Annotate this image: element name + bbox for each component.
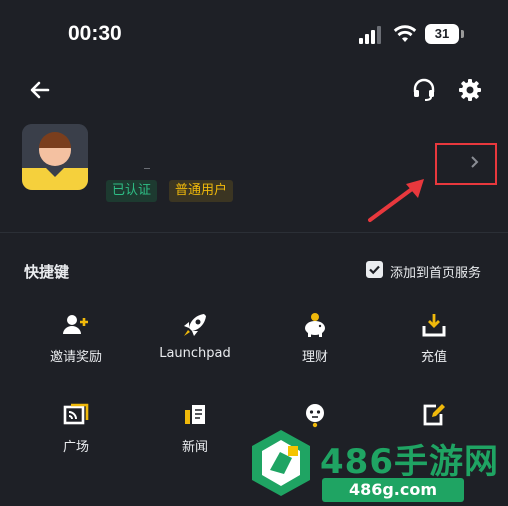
shortcut-square[interactable]: 广场 xyxy=(21,402,131,455)
edit-icon xyxy=(423,404,445,426)
shortcut-earn[interactable]: 理财 xyxy=(260,312,370,365)
status-time: 00:30 xyxy=(68,22,122,45)
battery-tip xyxy=(461,30,464,38)
shortcut-news[interactable]: 新闻 xyxy=(140,402,250,455)
shortcuts-title: 快捷键 xyxy=(24,263,70,281)
shortcut-invite[interactable]: 邀请奖励 xyxy=(21,312,131,365)
shortcut-launchpad[interactable]: Launchpad xyxy=(140,312,250,361)
nickname-placeholder-mark xyxy=(144,168,150,169)
annotation-highlight-box xyxy=(435,143,497,185)
square-feed-icon xyxy=(63,403,89,425)
add-user-icon xyxy=(63,315,88,334)
shortcut-label: Launchpad xyxy=(159,346,231,361)
watermark-url: 486g.com xyxy=(322,478,464,502)
shortcut-label: 新闻 xyxy=(181,440,208,455)
robot-icon xyxy=(306,404,324,428)
cellular-signal-icon xyxy=(359,26,385,44)
watermark-title: 486手游网 xyxy=(320,442,499,482)
user-level-badge: 普通用户 xyxy=(169,180,234,202)
watermark-logo xyxy=(252,430,310,496)
avatar-illustration xyxy=(22,124,88,190)
shortcut-label: 充值 xyxy=(420,350,447,365)
shortcut-edit[interactable] xyxy=(379,402,489,436)
shortcut-label: 理财 xyxy=(301,350,328,365)
arrow-left-icon[interactable] xyxy=(26,76,54,104)
shortcut-deposit[interactable]: 充值 xyxy=(379,312,489,365)
shortcut-label: 广场 xyxy=(62,440,89,455)
headset-icon[interactable] xyxy=(410,76,438,104)
gear-icon[interactable] xyxy=(456,76,484,104)
verified-badge: 已认证 xyxy=(106,180,158,202)
wifi-icon xyxy=(393,25,417,42)
divider xyxy=(0,232,508,233)
avatar[interactable] xyxy=(22,124,88,190)
piggy-bank-icon xyxy=(305,313,325,337)
add-to-home-checkbox[interactable] xyxy=(366,261,383,278)
deposit-icon xyxy=(422,314,446,337)
battery-indicator: 31 xyxy=(425,24,459,44)
shortcut-label: 邀请奖励 xyxy=(49,350,102,365)
annotation-arrow xyxy=(368,179,424,222)
add-to-home-label[interactable]: 添加到首页服务 xyxy=(390,262,481,281)
rocket-icon xyxy=(184,314,206,336)
news-icon xyxy=(185,405,205,424)
